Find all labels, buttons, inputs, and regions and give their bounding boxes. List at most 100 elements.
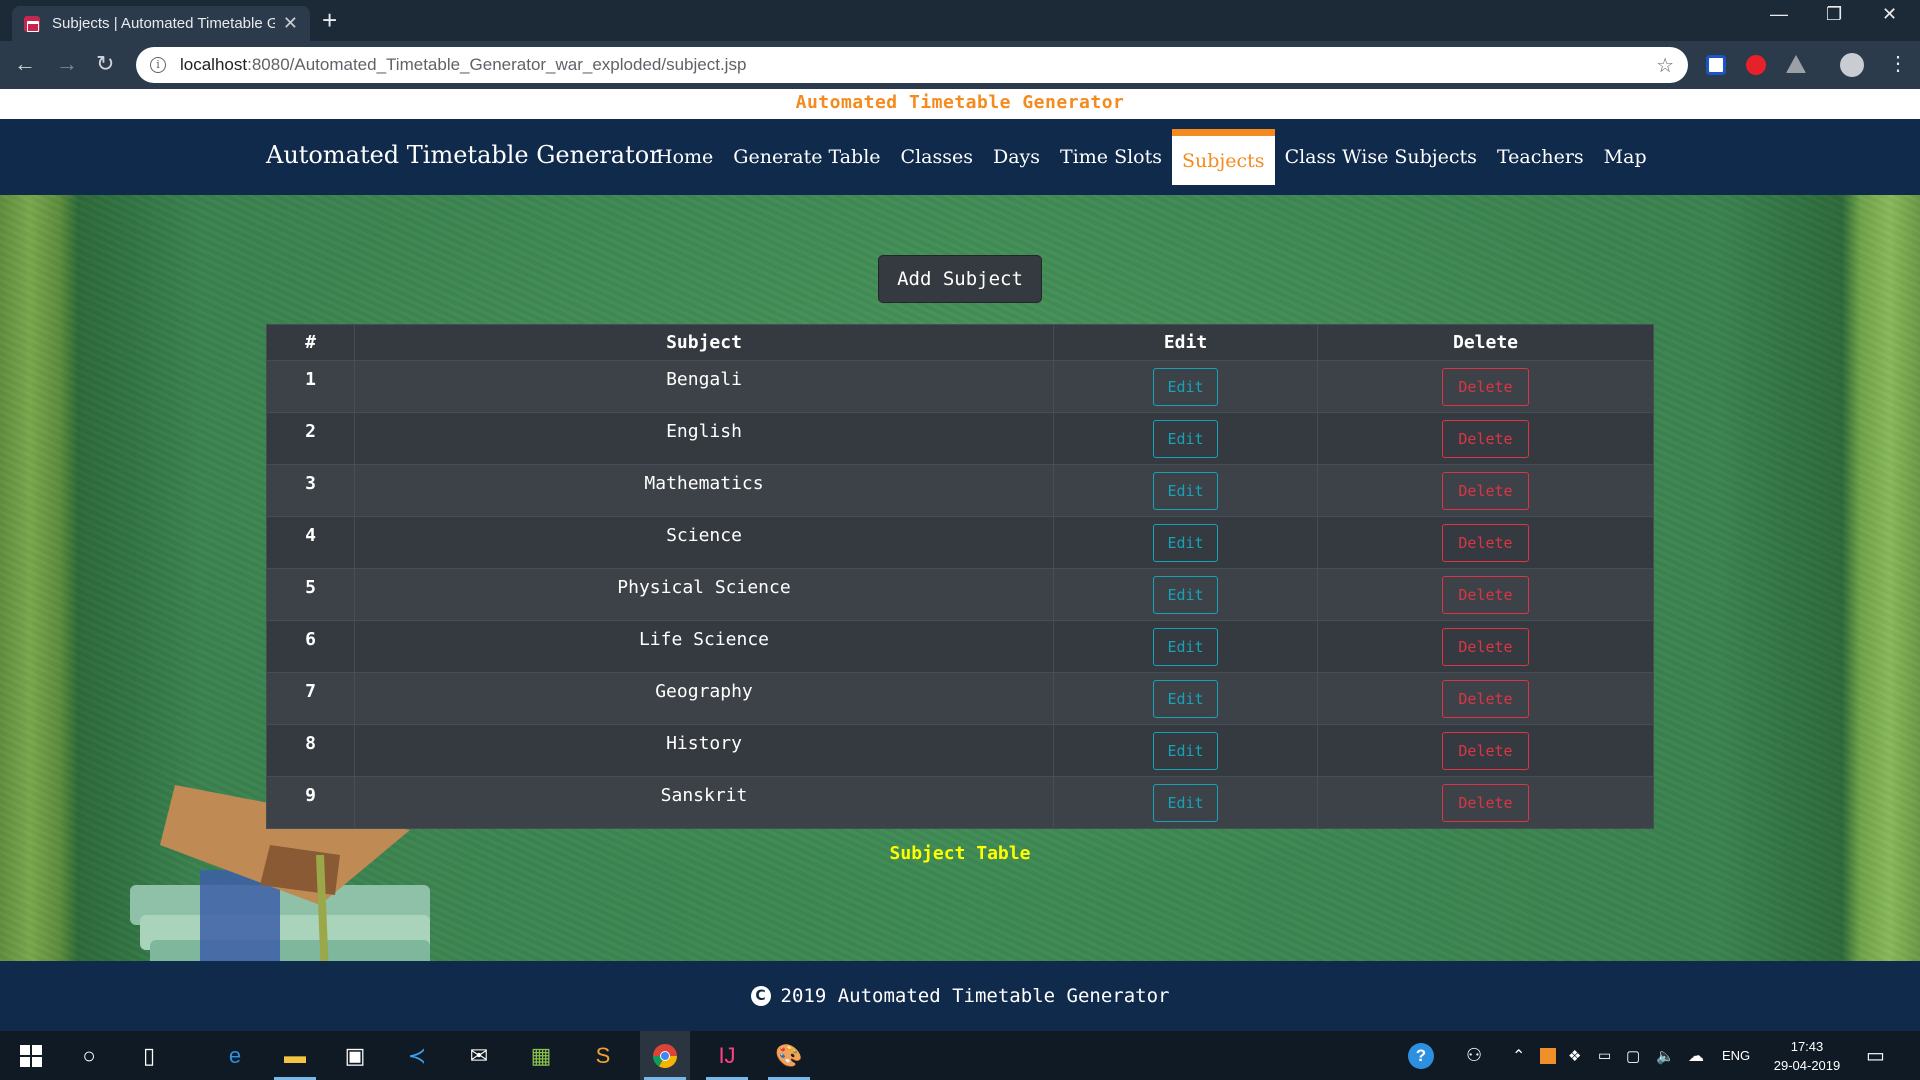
header-number: # [266,324,355,361]
drive-icon[interactable] [1786,55,1806,73]
nav-map[interactable]: Map [1594,119,1657,195]
row-number: 8 [266,724,355,777]
image-editor-icon[interactable]: ▦ [516,1031,566,1080]
delete-button[interactable]: Delete [1442,419,1529,458]
delete-button[interactable]: Delete [1442,783,1529,822]
visual-studio-icon[interactable]: ≺ [392,1031,442,1080]
nav-teachers[interactable]: Teachers [1487,119,1594,195]
row-number: 6 [266,620,355,673]
adblock-icon[interactable] [1746,55,1766,75]
delete-button[interactable]: Delete [1442,523,1529,562]
task-view-icon[interactable]: ▯ [124,1031,174,1080]
delete-button[interactable]: Delete [1442,627,1529,666]
delete-button[interactable]: Delete [1442,731,1529,770]
header-subject: Subject [354,324,1054,361]
nav-classes[interactable]: Classes [891,119,983,195]
delete-button[interactable]: Delete [1442,575,1529,614]
site-footer: C 2019 Automated Timetable Generator [0,961,1920,1031]
sublime-text-icon[interactable]: S [578,1031,628,1080]
header-delete: Delete [1317,324,1654,361]
menu-icon[interactable]: ⋮ [1888,51,1908,77]
battery-icon[interactable]: ▭ [1598,1031,1611,1080]
edit-button[interactable]: Edit [1153,627,1218,666]
paint-icon[interactable]: 🎨 [764,1031,814,1080]
bookmark-star-icon[interactable]: ☆ [1656,53,1674,78]
people-icon[interactable]: ⚇ [1466,1031,1482,1080]
close-tab-icon[interactable]: ✕ [283,13,298,34]
restore-icon[interactable]: ❐ [1826,4,1842,25]
site-navbar: Automated Timetable Generator Home Gener… [0,119,1920,195]
brand-title[interactable]: Automated Timetable Generator [266,141,661,169]
nav-subjects[interactable]: Subjects [1171,129,1275,185]
subject-name: English [354,412,1054,465]
row-number: 1 [266,360,355,413]
subject-name: Physical Science [354,568,1054,621]
subject-table: # Subject Edit Delete 1 Bengali Edit Del… [266,324,1654,829]
nav-class-wise-subjects[interactable]: Class Wise Subjects [1275,119,1487,195]
url-host: localhost [180,55,248,74]
intellij-icon[interactable]: IJ [702,1031,752,1080]
delete-button[interactable]: Delete [1442,367,1529,406]
delete-button[interactable]: Delete [1442,679,1529,718]
edit-button[interactable]: Edit [1153,419,1218,458]
edit-button[interactable]: Edit [1153,471,1218,510]
clock-time: 17:43 [1790,1039,1824,1054]
profile-avatar[interactable] [1840,53,1864,77]
network-icon[interactable]: ▢ [1626,1031,1640,1080]
forward-icon[interactable]: → [56,51,78,77]
file-explorer-icon[interactable]: ▬ [270,1031,320,1080]
minimize-icon[interactable]: — [1770,4,1788,25]
edit-button[interactable]: Edit [1153,575,1218,614]
edit-button[interactable]: Edit [1153,523,1218,562]
close-window-icon[interactable]: ✕ [1882,4,1897,25]
footer-text: 2019 Automated Timetable Generator [780,985,1170,1007]
info-icon[interactable]: i [150,57,166,73]
windows-taskbar: ○ ▯ e ▬ ▣ ≺ ✉ ▦ S IJ 🎨 ? ⚇ ⌃ ❖ ▭ ▢ 🔈 ☁ E… [0,1031,1920,1080]
edit-button[interactable]: Edit [1153,783,1218,822]
subject-name: Geography [354,672,1054,725]
browser-tab[interactable]: Subjects | Automated Timetable G ✕ [12,6,310,41]
chrome-icon[interactable] [640,1031,690,1080]
subject-name: History [354,724,1054,777]
nav-days[interactable]: Days [983,119,1050,195]
top-banner: Automated Timetable Generator [0,89,1920,119]
store-icon[interactable]: ▣ [330,1031,380,1080]
chevron-up-icon[interactable]: ⌃ [1512,1031,1525,1080]
row-number: 3 [266,464,355,517]
notification-center-icon[interactable]: ▭ [1866,1031,1885,1080]
mail-icon[interactable]: ✉ [454,1031,504,1080]
table-row: 1 Bengali Edit Delete [266,360,1654,413]
edit-button[interactable]: Edit [1153,679,1218,718]
nav-time-slots[interactable]: Time Slots [1050,119,1172,195]
clock-date: 29-04-2019 [1773,1058,1841,1073]
tray-app-icon[interactable] [1540,1031,1556,1080]
address-bar[interactable]: i localhost:8080/Automated_Timetable_Gen… [136,47,1688,83]
subject-name: Life Science [354,620,1054,673]
table-row: 7 Geography Edit Delete [266,672,1654,725]
onedrive-cloud-icon[interactable]: ☁ [1688,1031,1704,1080]
table-row: 4 Science Edit Delete [266,516,1654,569]
table-row: 2 English Edit Delete [266,412,1654,465]
nav-generate-table[interactable]: Generate Table [723,119,890,195]
taskbar-clock[interactable]: 17:43 29-04-2019 [1762,1037,1852,1075]
dropbox-icon[interactable]: ❖ [1568,1031,1581,1080]
new-tab-button[interactable]: + [322,7,337,33]
edit-button[interactable]: Edit [1153,367,1218,406]
nav-home[interactable]: Home [646,119,723,195]
language-indicator[interactable]: ENG [1722,1031,1750,1080]
subject-name: Sanskrit [354,776,1054,829]
header-edit: Edit [1053,324,1318,361]
windows-start-icon[interactable] [6,1031,56,1080]
volume-icon[interactable]: 🔈 [1656,1031,1675,1080]
reload-icon[interactable]: ↻ [96,51,114,77]
subject-name: Mathematics [354,464,1054,517]
edge-browser-icon[interactable]: e [210,1031,260,1080]
delete-button[interactable]: Delete [1442,471,1529,510]
help-icon[interactable]: ? [1408,1031,1434,1080]
search-circle-icon[interactable]: ○ [64,1031,114,1080]
back-icon[interactable]: ← [14,51,36,77]
add-subject-button[interactable]: Add Subject [878,255,1042,303]
row-number: 9 [266,776,355,829]
extension-icon[interactable] [1706,55,1726,75]
edit-button[interactable]: Edit [1153,731,1218,770]
